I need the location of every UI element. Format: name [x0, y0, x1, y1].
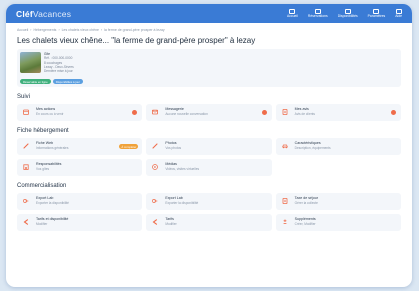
breadcrumb: Accueil › Hébergements › Les chalets vieux…	[17, 28, 165, 34]
status-badge: Réservable en ligne	[20, 79, 51, 84]
breadcrumb-item[interactable]: Les chalets vieux chêne	[62, 28, 99, 34]
property-badges: Réservable en ligne Disponibilités à jou…	[20, 79, 83, 84]
notification-dot	[261, 110, 267, 115]
nav-item-settings[interactable]: Paramètres	[367, 8, 386, 19]
tile-subtitle: Gérer la collecte	[294, 200, 318, 205]
gear-icon	[373, 8, 380, 14]
building-icon	[23, 164, 29, 170]
tile-fiche-2[interactable]: Caractéristiques Description, équipements	[275, 138, 401, 155]
tile-subtitle: Description, équipements	[294, 145, 331, 150]
document-icon	[282, 198, 288, 204]
notification-dot	[391, 110, 396, 115]
pencil-icon	[23, 143, 29, 149]
property-summary-card: Gîte Réf. : 000-000-0000 8 couchages Lez…	[17, 49, 401, 87]
link-icon	[23, 198, 29, 204]
bookings-icon	[314, 8, 321, 14]
nav-label: Paramètres	[367, 13, 386, 18]
calendar-icon	[344, 8, 351, 14]
tile-subtitle: Vos gîtes	[36, 166, 50, 171]
tile-fiche-1[interactable]: Photos Vos photos	[146, 138, 272, 155]
page-title: Les chalets vieux chêne... "la ferme de …	[17, 36, 256, 45]
tile-subtitle: Modifier	[36, 221, 48, 226]
tile-commercialisation-1[interactable]: Export Lab Exporter la disponibilité	[146, 193, 272, 210]
tile-subtitle: Modifier	[165, 221, 177, 226]
calendar-icon	[23, 109, 29, 115]
todo-badge: À compléter	[119, 144, 139, 149]
tile-subtitle: Créer, Modifier	[294, 221, 316, 226]
mail-icon	[152, 109, 159, 115]
top-navigation-bar: CléfVacances Accueil Réservations Dispon…	[6, 4, 412, 23]
nav-item-home[interactable]: Accueil	[286, 8, 298, 19]
pencil-icon	[152, 143, 158, 149]
section-title-fiche: Fiche hébergement	[17, 128, 69, 134]
tile-subtitle: Exporter la disponibilité	[165, 200, 199, 205]
tile-subtitle: Aucune nouvelle conversation	[165, 111, 208, 116]
main-content: Accueil › Hébergements › Les chalets vieux…	[6, 23, 412, 231]
property-details: Gîte Réf. : 000-000-0000 8 couchages Lez…	[44, 52, 74, 73]
breadcrumb-item[interactable]: Hébergements	[33, 28, 56, 34]
tile-subtitle: Vos photos	[165, 145, 182, 150]
commercialisation-grid: Export Lab Exporter la disponibilité Expor…	[17, 193, 401, 231]
breadcrumb-item[interactable]: Accueil	[17, 28, 28, 34]
section-title-suivi: Suivi	[17, 94, 31, 100]
app-logo[interactable]: CléfVacances	[16, 9, 71, 19]
nav-item-help[interactable]: Aide	[395, 8, 402, 19]
status-badge: Disponibilités à jour	[52, 79, 83, 84]
tile-fiche-4[interactable]: Médias Vidéos, visites virtuelles	[146, 159, 272, 176]
app-window: CléfVacances Accueil Réservations Dispon…	[6, 4, 412, 287]
nav-label: Disponibilités	[337, 13, 358, 18]
property-detail-line: Dernière mise à jour	[44, 69, 73, 74]
tile-suivi-1[interactable]: Messagerie Aucune nouvelle conversation	[146, 104, 272, 121]
tile-subtitle: En cours ou à venir	[36, 111, 64, 116]
tile-fiche-3[interactable]: Responsabilités Vos gîtes	[17, 159, 143, 176]
home-icon	[289, 8, 296, 14]
property-photo[interactable]	[20, 52, 41, 73]
tile-suivi-2[interactable]: Mes avis Avis de clients	[275, 104, 401, 121]
play-icon	[152, 164, 159, 170]
nav-item-availability[interactable]: Disponibilités	[337, 8, 358, 19]
suivi-grid: Mes actions En cours ou à venir Messagerie…	[17, 104, 401, 121]
nav-label: Aide	[395, 13, 402, 18]
document-icon	[282, 109, 288, 115]
tile-fiche-0[interactable]: Fiche Web Informations générales À complét…	[17, 138, 143, 155]
breadcrumb-current: la ferme de grand-père prosper à lezay	[104, 28, 165, 32]
nav-label: Réservations	[307, 13, 328, 18]
tile-suivi-0[interactable]: Mes actions En cours ou à venir	[17, 104, 143, 121]
tile-subtitle: Exporter la disponibilité	[36, 200, 69, 205]
tile-subtitle: Avis de clients	[294, 111, 315, 116]
tile-commercialisation-0[interactable]: Export Lab Exporter la disponibilité	[17, 193, 143, 210]
tile-subtitle: Vidéos, visites virtuelles	[165, 166, 200, 171]
link-icon	[152, 198, 158, 204]
car-icon	[281, 143, 288, 149]
arrow-left-icon	[152, 219, 158, 225]
help-icon	[395, 8, 402, 14]
property-detail-line: Réf. : 000-000-0000	[44, 56, 73, 61]
tile-commercialisation-5[interactable]: Suppléments Créer, Modifier	[275, 214, 401, 231]
plus-minus-icon	[282, 219, 288, 225]
arrow-left-icon	[23, 219, 29, 225]
main-nav: Accueil Réservations Disponibilités Para…	[286, 8, 402, 19]
logo-sub: Vacances	[32, 8, 72, 19]
tile-commercialisation-4[interactable]: Tarifs Modifier	[146, 214, 272, 231]
fiche-grid: Fiche Web Informations générales À complét…	[17, 138, 401, 176]
logo-main: Cléf	[16, 8, 33, 19]
section-title-commercialisation: Commercialisation	[17, 183, 67, 189]
tile-commercialisation-3[interactable]: Tarifs et disponibilité Modifier	[17, 214, 143, 231]
nav-item-bookings[interactable]: Réservations	[307, 8, 328, 19]
tile-commercialisation-2[interactable]: Taxe de séjour Gérer la collecte	[275, 193, 401, 210]
nav-label: Accueil	[286, 13, 298, 18]
